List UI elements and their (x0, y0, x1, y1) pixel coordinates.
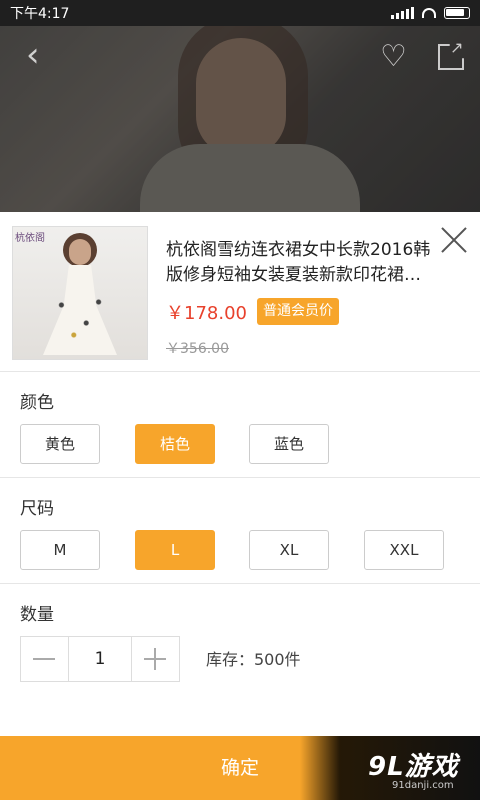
product-price: ￥178.00 (166, 303, 247, 324)
sku-selection-sheet: 杭依阁 杭依阁雪纺连衣裙女中长款2016韩版修身短袖女装夏装新款印花裙… ￥17… (0, 212, 480, 800)
product-thumbnail: 杭依阁 (12, 226, 148, 360)
plus-icon[interactable] (132, 637, 179, 681)
color-title: 颜色 (20, 393, 54, 413)
product-summary: 杭依阁 杭依阁雪纺连衣裙女中长款2016韩版修身短袖女装夏装新款印花裙… ￥17… (0, 212, 480, 372)
product-title: 杭依阁雪纺连衣裙女中长款2016韩版修身短袖女装夏装新款印花裙… (166, 240, 431, 285)
status-time: 下午4:17 (10, 6, 70, 22)
status-bar: 下午4:17 (0, 0, 480, 26)
size-title: 尺码 (20, 499, 54, 519)
color-option-blue[interactable]: 蓝色 (249, 424, 329, 464)
size-option-xl[interactable]: XL (249, 530, 329, 570)
quantity-section: 数量 1 库存：500件 (0, 584, 480, 704)
heart-icon[interactable]: ♡ (380, 40, 414, 74)
size-option-l[interactable]: L (135, 530, 215, 570)
size-section: 尺码 M L XL XXL (0, 478, 480, 584)
quantity-title: 数量 (20, 605, 54, 625)
member-price-badge: 普通会员价 (257, 298, 339, 325)
thumbnail-logo: 杭依阁 (15, 233, 45, 244)
quantity-value[interactable]: 1 (68, 637, 132, 681)
color-section: 颜色 黄色 桔色 蓝色 (0, 372, 480, 478)
stock-text: 库存：500件 (206, 650, 301, 669)
watermark-logo: 9L游戏 (368, 752, 459, 782)
color-option-yellow[interactable]: 黄色 (20, 424, 100, 464)
watermark-url: 91danji.com (392, 780, 454, 791)
signal-icon (391, 7, 414, 19)
share-icon[interactable]: ↗ (436, 40, 470, 74)
close-icon[interactable] (440, 226, 468, 254)
chevron-left-icon[interactable]: ‹ (26, 38, 60, 74)
size-option-m[interactable]: M (20, 530, 100, 570)
color-option-orange[interactable]: 桔色 (135, 424, 215, 464)
minus-icon[interactable] (21, 637, 68, 681)
status-icons (391, 7, 470, 19)
wifi-icon (422, 8, 436, 18)
battery-icon (444, 7, 470, 19)
product-hero-image: ‹ ♡ ↗ (0, 26, 480, 212)
quantity-stepper: 1 (20, 636, 180, 682)
size-option-xxl[interactable]: XXL (364, 530, 444, 570)
original-price: ￥356.00 (166, 341, 229, 357)
